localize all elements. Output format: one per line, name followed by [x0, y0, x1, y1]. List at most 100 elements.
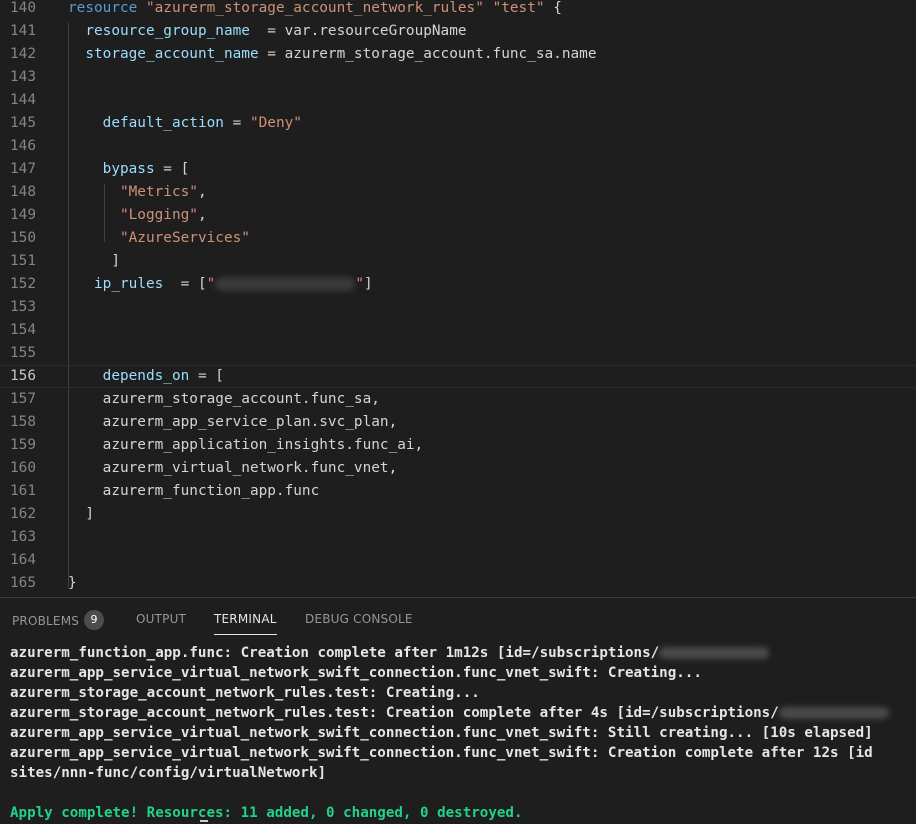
code-token: = [: [154, 161, 190, 177]
code-token: azurerm_function_app.func: [68, 483, 320, 499]
code-line[interactable]: 160 azurerm_virtual_network.func_vnet,: [0, 457, 916, 480]
code-line[interactable]: 152 ip_rules = [" "]: [0, 273, 916, 296]
line-number: 154: [10, 322, 36, 338]
code-token: ]: [68, 506, 94, 522]
tab-output[interactable]: OUTPUT: [136, 612, 186, 626]
code-token: "Logging": [119, 207, 198, 223]
code-line[interactable]: 144: [0, 89, 916, 112]
code-text: "Metrics",: [68, 181, 207, 204]
code-text: ip_rules = [" "]: [68, 273, 373, 296]
line-number: 159: [10, 437, 36, 453]
tab-problems[interactable]: PROBLEMS 9: [12, 610, 105, 632]
terminal-line: azurerm_storage_account_network_rules.te…: [10, 703, 889, 723]
line-number: 155: [10, 345, 36, 361]
code-line[interactable]: 148 "Metrics",: [0, 181, 916, 204]
code-text: azurerm_function_app.func: [68, 480, 320, 503]
code-line[interactable]: 145 default_action = "Deny": [0, 112, 916, 135]
line-number: 158: [10, 414, 36, 430]
code-token: ip_rules: [94, 276, 164, 292]
code-text: default_action = "Deny": [68, 112, 302, 135]
code-line[interactable]: 157 azurerm_storage_account.func_sa,: [0, 388, 916, 411]
code-text: resource_group_name = var.resourceGroupN…: [68, 20, 466, 43]
code-line[interactable]: 156 depends_on = [: [0, 365, 916, 388]
line-number: 156: [10, 368, 36, 384]
code-token: "Metrics": [119, 184, 198, 200]
code-token: = azurerm_storage_account.func_sa.name: [258, 46, 597, 62]
code-text: "AzureServices": [68, 227, 250, 250]
terminal-line: azurerm_app_service_virtual_network_swif…: [10, 723, 873, 743]
code-line[interactable]: 158 azurerm_app_service_plan.svc_plan,: [0, 411, 916, 434]
redacted-id: [659, 647, 770, 659]
tab-debug-console[interactable]: DEBUG CONSOLE: [305, 612, 413, 626]
panel-tab-bar: PROBLEMS 9 OUTPUT TERMINAL DEBUG CONSOLE: [0, 597, 916, 639]
code-line[interactable]: 165}: [0, 572, 916, 595]
code-token: = [: [189, 368, 224, 384]
code-text: resource "azurerm_storage_account_networ…: [68, 0, 562, 20]
code-token: azurerm_virtual_network.func_vnet,: [68, 460, 398, 476]
terminal-success-line: Apply complete! Resources: 11 added, 0 c…: [10, 803, 523, 823]
code-line[interactable]: 161 azurerm_function_app.func: [0, 480, 916, 503]
code-line[interactable]: 146: [0, 135, 916, 158]
terminal-line-text: azurerm_storage_account_network_rules.te…: [10, 705, 779, 721]
tab-label: OUTPUT: [136, 612, 187, 626]
line-number: 144: [10, 92, 36, 108]
line-number: 149: [10, 207, 36, 223]
code-line[interactable]: 163: [0, 526, 916, 549]
code-line[interactable]: 153: [0, 296, 916, 319]
code-text: azurerm_virtual_network.func_vnet,: [68, 457, 398, 480]
code-line[interactable]: 151 ]: [0, 250, 916, 273]
code-token: storage_account_name: [85, 46, 259, 62]
terminal-line-text: azurerm_app_service_virtual_network_swif…: [10, 745, 873, 761]
line-number: 148: [10, 184, 36, 200]
code-line[interactable]: 142 storage_account_name = azurerm_stora…: [0, 43, 916, 66]
redacted-id: [778, 707, 889, 719]
code-token: ,: [197, 207, 207, 223]
code-line[interactable]: 141 resource_group_name = var.resourceGr…: [0, 20, 916, 43]
terminal-cursor: [200, 820, 208, 822]
line-number: 141: [10, 23, 36, 39]
terminal-line: azurerm_app_service_virtual_network_swif…: [10, 663, 702, 683]
code-line[interactable]: 155: [0, 342, 916, 365]
code-line[interactable]: 140 resource "azurerm_storage_account_net…: [0, 0, 916, 20]
code-line[interactable]: 164: [0, 549, 916, 572]
tab-label: DEBUG CONSOLE: [305, 612, 413, 626]
line-number: 142: [10, 46, 36, 62]
problems-count-badge: 9: [84, 610, 105, 630]
line-number: 165: [10, 575, 36, 591]
code-line[interactable]: 143: [0, 66, 916, 89]
code-token: "test": [492, 0, 545, 16]
terminal-output[interactable]: azurerm_function_app.func: Creation comp…: [0, 639, 916, 824]
line-number: 157: [10, 391, 36, 407]
code-text: "Logging",: [68, 204, 207, 227]
terminal-line-text: Apply complete! Resources: 11 added, 0 c…: [10, 805, 523, 821]
code-token: azurerm_app_service_plan.svc_plan,: [68, 414, 398, 430]
code-token: ]: [68, 253, 120, 269]
code-editor[interactable]: 140 resource "azurerm_storage_account_net…: [0, 0, 916, 597]
code-token: azurerm_storage_account.func_sa,: [68, 391, 380, 407]
code-line[interactable]: 150 "AzureServices": [0, 227, 916, 250]
code-token: "Deny": [249, 115, 302, 131]
line-number: 150: [10, 230, 36, 246]
tab-terminal[interactable]: TERMINAL: [214, 612, 277, 635]
code-token: =: [223, 115, 250, 131]
code-token: bypass: [102, 161, 155, 177]
terminal-line-text: sites/nnn-func/config/virtualNetwork]: [10, 765, 327, 781]
code-text: azurerm_application_insights.func_ai,: [68, 434, 424, 457]
code-line[interactable]: 147 bypass = [: [0, 158, 916, 181]
code-line[interactable]: 159 azurerm_application_insights.func_ai…: [0, 434, 916, 457]
code-token: "azurerm_storage_account_network_rules": [145, 0, 484, 16]
code-text: bypass = [: [68, 158, 190, 181]
code-line[interactable]: 154: [0, 319, 916, 342]
terminal-line-text: azurerm_app_service_virtual_network_swif…: [10, 665, 702, 681]
redacted-ip: [215, 277, 356, 291]
code-line[interactable]: 149 "Logging",: [0, 204, 916, 227]
code-line[interactable]: 162 ]: [0, 503, 916, 526]
code-token: azurerm_application_insights.func_ai,: [68, 437, 424, 453]
code-token: }: [68, 575, 77, 591]
terminal-line: azurerm_storage_account_network_rules.te…: [10, 683, 480, 703]
